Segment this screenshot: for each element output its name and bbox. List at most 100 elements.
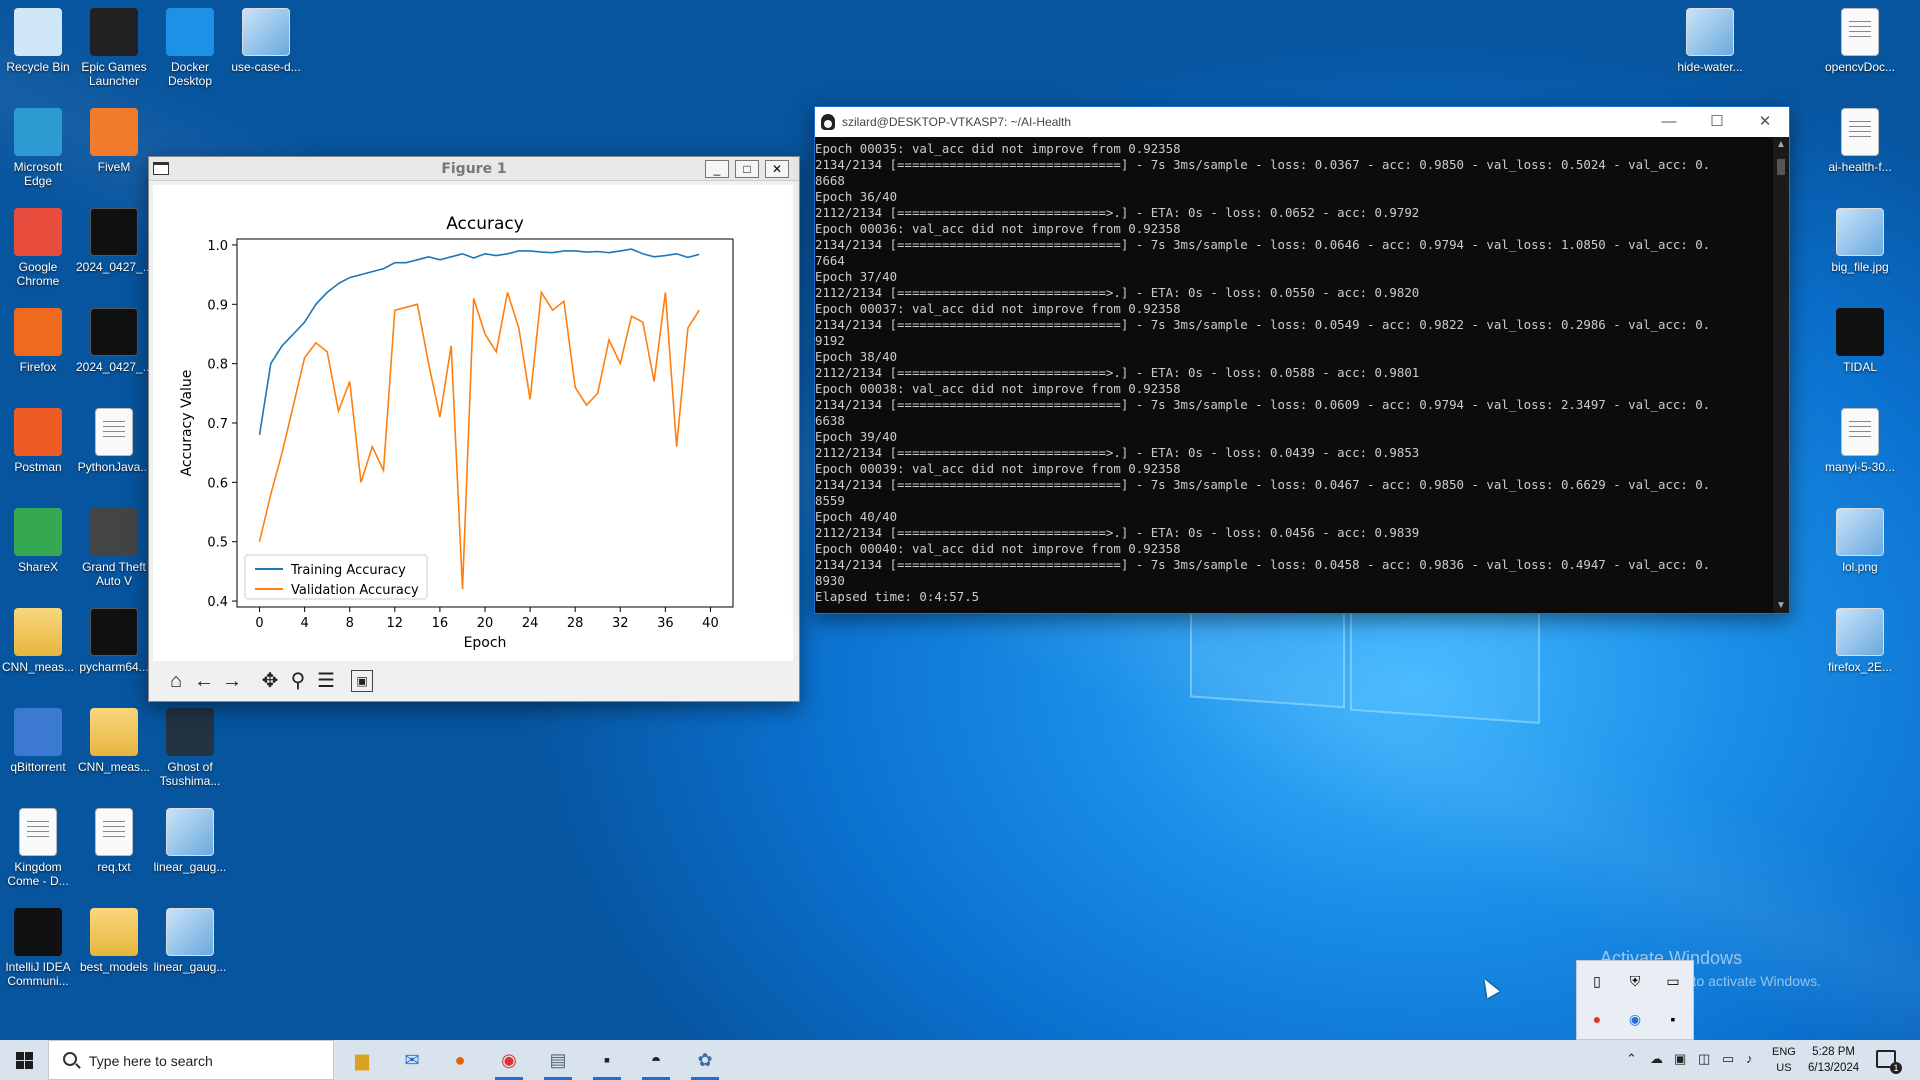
- tidal-app-icon[interactable]: ▪: [587, 1044, 627, 1080]
- desktop-icon[interactable]: Grand Theft Auto V: [76, 508, 152, 588]
- terminal-maximize-button[interactable]: ☐: [1699, 111, 1735, 133]
- plot-area: [236, 238, 734, 608]
- desktop-icon[interactable]: Postman: [0, 408, 76, 474]
- desktop-icon-label: big_file.jpg: [1831, 260, 1889, 274]
- pan-icon[interactable]: ✥: [257, 669, 283, 693]
- terminal-close-button[interactable]: ✕: [1747, 111, 1783, 133]
- tray-overflow-popup: ▯ ⛨ ▭ ● ◉ ▪: [1576, 960, 1694, 1040]
- desktop-icon[interactable]: 2024_0427_...: [76, 208, 153, 274]
- desktop-icon[interactable]: pycharm64...: [76, 608, 152, 674]
- sharex-icon: [14, 508, 62, 556]
- network-icon[interactable]: ▭: [1722, 1051, 1734, 1067]
- desktop-icon[interactable]: Docker Desktop: [152, 8, 228, 88]
- chat-icon[interactable]: ▭: [1663, 971, 1683, 991]
- home-icon[interactable]: ⌂: [163, 669, 189, 693]
- x-axis-label: Epoch: [464, 635, 507, 651]
- desktop-icon[interactable]: qBittorrent: [0, 708, 76, 774]
- desktop-icon[interactable]: firefox_2E...: [1822, 608, 1898, 674]
- image-file-icon: [166, 808, 214, 856]
- desktop-icon[interactable]: Microsoft Edge: [0, 108, 76, 188]
- scroll-down-icon[interactable]: ▼: [1773, 600, 1789, 611]
- file-explorer-icon[interactable]: ▆: [342, 1044, 382, 1076]
- scroll-thumb[interactable]: [1777, 159, 1785, 175]
- desktop-icon[interactable]: Ghost of Tsushima...: [152, 708, 228, 788]
- desktop-icon[interactable]: CNN_meas...: [0, 608, 76, 674]
- shield-icon[interactable]: ⛨: [1625, 971, 1645, 991]
- terminal-window[interactable]: szilard@DESKTOP-VTKASP7: ~/AI-Health — ☐…: [814, 106, 1790, 614]
- desktop-icon[interactable]: hide-water...: [1672, 8, 1748, 74]
- chrome-icon[interactable]: ◉: [489, 1044, 529, 1080]
- desktop-icon[interactable]: ShareX: [0, 508, 76, 574]
- linux-tux-icon: [821, 114, 835, 130]
- back-icon[interactable]: ←: [191, 669, 217, 693]
- desktop-icon[interactable]: linear_gaug...: [152, 808, 228, 874]
- clock[interactable]: 5:28 PM 6/13/2024: [1808, 1044, 1859, 1076]
- qbittorrent-tray-icon[interactable]: ◉: [1625, 1009, 1645, 1029]
- desktop-icon-label: PythonJava...: [77, 460, 151, 474]
- desktop-icon[interactable]: big_file.jpg: [1822, 208, 1898, 274]
- desktop-icon[interactable]: Kingdom Come - D...: [0, 808, 76, 888]
- desktop-icon[interactable]: ai-health-f...: [1822, 108, 1898, 174]
- save-icon[interactable]: ▣: [351, 670, 373, 692]
- desktop-icon[interactable]: Epic Games Launcher: [76, 8, 152, 88]
- taskbar-search[interactable]: Type here to search: [48, 1040, 334, 1080]
- python-icon[interactable]: ✿: [685, 1044, 725, 1080]
- maximize-button[interactable]: □: [735, 160, 759, 178]
- desktop-icon[interactable]: use-case-d...: [228, 8, 304, 74]
- zoom-icon[interactable]: ⚲: [285, 669, 311, 693]
- terminal-line: 2112/2134 [============================>…: [815, 525, 1420, 540]
- volume-icon[interactable]: ♪: [1746, 1051, 1753, 1066]
- epic-games-icon: [90, 8, 138, 56]
- figure-titlebar[interactable]: Figure 1 _ □ ✕: [149, 157, 799, 181]
- camera-icon[interactable]: ◫: [1698, 1051, 1710, 1067]
- desktop-icon[interactable]: Firefox: [0, 308, 76, 374]
- x-tick-label: 8: [346, 616, 354, 631]
- edge-icon: [14, 108, 62, 156]
- desktop-icon[interactable]: FiveM: [76, 108, 152, 174]
- desktop-icon[interactable]: req.txt: [76, 808, 152, 874]
- language-indicator[interactable]: ENG US: [1772, 1044, 1796, 1076]
- desktop-icon[interactable]: linear_gaug...: [152, 908, 228, 974]
- desktop-icon[interactable]: best_models: [76, 908, 152, 974]
- close-button[interactable]: ✕: [765, 160, 789, 178]
- desktop-icon-label: best_models: [79, 960, 149, 974]
- terminal-output[interactable]: Epoch 00035: val_acc did not improve fro…: [815, 137, 1773, 613]
- figure-window[interactable]: Figure 1 _ □ ✕ Accuracy Epoch Accuracy Val…: [148, 156, 800, 702]
- desktop-icon[interactable]: manyi-5-30...: [1822, 408, 1898, 474]
- desktop-icon[interactable]: 2024_0427_...: [76, 308, 153, 374]
- linux-terminal-icon[interactable]: ◓: [636, 1044, 676, 1080]
- minimize-button[interactable]: _: [705, 160, 729, 178]
- desktop-icon[interactable]: PythonJava...: [76, 408, 152, 474]
- tidal-tray-icon[interactable]: ▪: [1663, 1009, 1683, 1029]
- photos-icon[interactable]: ▤: [538, 1044, 578, 1080]
- firefox-icon[interactable]: ●: [440, 1044, 480, 1076]
- onedrive-icon[interactable]: ☁: [1650, 1051, 1663, 1067]
- chevron-up-icon[interactable]: ⌃: [1626, 1051, 1637, 1067]
- start-button[interactable]: [0, 1040, 48, 1080]
- desktop-icon[interactable]: Google Chrome: [0, 208, 76, 288]
- lang-line1: ENG: [1772, 1046, 1796, 1058]
- configure-icon[interactable]: ☰: [313, 669, 339, 693]
- forward-icon[interactable]: →: [219, 669, 245, 693]
- terminal-line: 8930: [815, 573, 845, 588]
- terminal-scrollbar[interactable]: ▲ ▼: [1773, 137, 1789, 613]
- desktop-icon-label: Grand Theft Auto V: [82, 560, 146, 588]
- desktop-icon[interactable]: IntelliJ IDEA Communi...: [0, 908, 76, 988]
- desktop-icon[interactable]: Recycle Bin: [0, 8, 76, 74]
- figure-canvas[interactable]: Accuracy Epoch Accuracy Value 0 4 8 12 16 20 24 28…: [153, 185, 793, 661]
- chrome-tray-icon[interactable]: ●: [1587, 1009, 1607, 1029]
- terminal-titlebar[interactable]: szilard@DESKTOP-VTKASP7: ~/AI-Health — ☐…: [815, 107, 1789, 137]
- terminal-minimize-button[interactable]: —: [1651, 111, 1687, 133]
- scroll-up-icon[interactable]: ▲: [1773, 139, 1789, 150]
- mail-icon[interactable]: ✉: [392, 1044, 432, 1076]
- meet-icon[interactable]: ▣: [1674, 1051, 1686, 1067]
- usb-icon[interactable]: ▯: [1587, 971, 1607, 991]
- terminal-line: Epoch 00035: val_acc did not improve fro…: [815, 141, 1181, 156]
- desktop-icon[interactable]: TIDAL: [1822, 308, 1898, 374]
- desktop-icon[interactable]: opencvDoc...: [1822, 8, 1898, 74]
- desktop-icon[interactable]: CNN_meas...: [76, 708, 152, 774]
- terminal-title: szilard@DESKTOP-VTKASP7: ~/AI-Health: [842, 115, 1072, 129]
- notification-icon[interactable]: [1876, 1050, 1902, 1074]
- text-file-icon: [1841, 408, 1879, 456]
- desktop-icon[interactable]: lol.png: [1822, 508, 1898, 574]
